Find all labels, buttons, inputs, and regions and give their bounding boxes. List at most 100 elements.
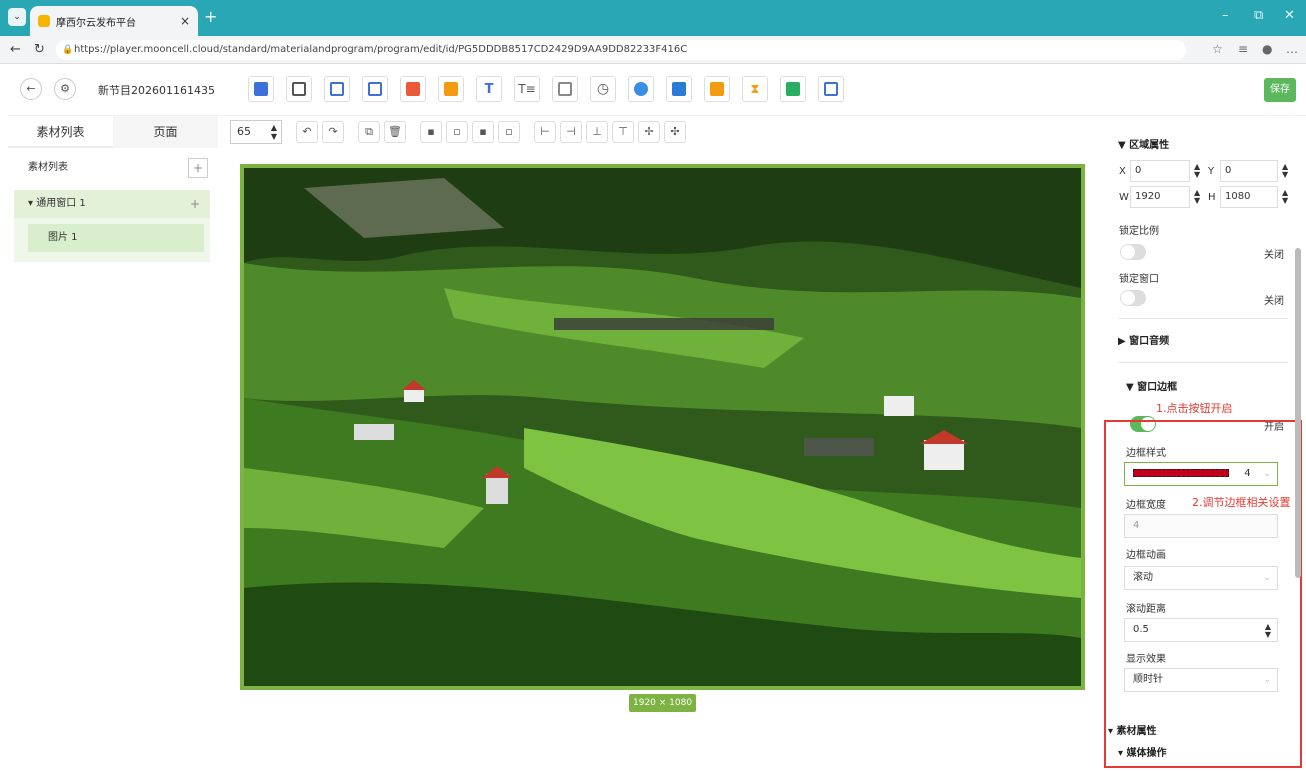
editor-header: ← ⚙ 新节目202601161435 T T≡ ◷ ⧗ 保存 <box>8 64 1306 116</box>
y-input[interactable]: 0 <box>1220 160 1278 182</box>
clock-icon[interactable]: ◷ <box>590 76 616 102</box>
window-group: ▾ 通用窗口 1 + 图片 1 <box>14 190 210 262</box>
x-label: X <box>1119 166 1126 177</box>
reload-icon[interactable]: ↻ <box>34 42 45 57</box>
duplicate-icon[interactable]: ⧉ <box>358 121 380 143</box>
program-name: 新节目202601161435 <box>98 84 215 97</box>
zoom-input[interactable]: 65 ▲ ▼ <box>230 120 282 144</box>
video-icon[interactable] <box>362 76 388 102</box>
close-tab-icon[interactable]: × <box>180 14 190 28</box>
browser-titlebar: ⌄ 摩西尔云发布平台 × + – ⧉ ✕ <box>0 0 1306 36</box>
hourglass-icon[interactable]: ⧗ <box>742 76 768 102</box>
canvas-window[interactable] <box>240 164 1085 690</box>
add-to-window-button[interactable]: + <box>190 190 200 218</box>
right-panel-scrollbar[interactable] <box>1295 118 1301 768</box>
h-label: H <box>1208 192 1216 203</box>
settings-gear-icon[interactable]: ⚙ <box>54 78 76 100</box>
area-properties-section[interactable]: ▼ 区域属性 <box>1118 136 1169 151</box>
x-stepper-icon[interactable]: ▲ ▼ <box>1194 163 1200 179</box>
add-material-button[interactable]: + <box>188 158 208 178</box>
bring-front-icon[interactable]: ▪ <box>420 121 442 143</box>
favorites-list-icon[interactable]: ≡ <box>1238 42 1248 56</box>
more-menu-icon[interactable]: … <box>1286 42 1298 56</box>
rich-text-icon[interactable]: T≡ <box>514 76 540 102</box>
save-button[interactable]: 保存 <box>1264 78 1296 102</box>
address-bar-row: ← ↻ 🔒 https://player.mooncell.cloud/stan… <box>0 36 1306 64</box>
lock-ratio-state: 关闭 <box>1264 250 1284 261</box>
landscape-image <box>244 168 1081 686</box>
lock-icon: 🔒 <box>62 45 74 55</box>
favorite-star-icon[interactable]: ☆ <box>1212 42 1223 56</box>
window-group-title[interactable]: ▾ 通用窗口 1 + <box>14 190 210 218</box>
send-backward-icon[interactable]: ▫ <box>498 121 520 143</box>
scrollbar-thumb[interactable] <box>1295 248 1301 578</box>
tab-menu-button[interactable]: ⌄ <box>8 8 26 26</box>
file-icon[interactable] <box>780 76 806 102</box>
link-icon[interactable] <box>818 76 844 102</box>
calculator-icon[interactable] <box>666 76 692 102</box>
y-stepper-icon[interactable]: ▲ ▼ <box>1282 163 1288 179</box>
divider <box>1118 362 1288 363</box>
url-text: https://player.mooncell.cloud/standard/m… <box>74 44 688 55</box>
left-panel: 素材列表 页面 素材列表 + ▾ 通用窗口 1 + 图片 1 <box>8 116 218 771</box>
folder-icon[interactable] <box>438 76 464 102</box>
list-icon[interactable] <box>324 76 350 102</box>
material-list-title: 素材列表 <box>28 162 68 173</box>
material-list-header: 素材列表 + <box>8 156 212 180</box>
minimize-icon[interactable]: – <box>1222 8 1229 23</box>
align-left-icon[interactable]: ⊢ <box>534 121 556 143</box>
align-top-icon[interactable]: ⊤ <box>612 121 634 143</box>
profile-avatar-icon[interactable]: ● <box>1262 42 1272 56</box>
favicon-icon <box>38 15 50 27</box>
tab-material-list[interactable]: 素材列表 <box>8 116 113 148</box>
close-window-icon[interactable]: ✕ <box>1284 8 1295 23</box>
align-right-icon[interactable]: ⊣ <box>560 121 582 143</box>
h-input[interactable]: 1080 <box>1220 186 1278 208</box>
weather-icon[interactable] <box>628 76 654 102</box>
w-label: W <box>1119 192 1129 203</box>
back-button[interactable]: ← <box>20 78 42 100</box>
web-icon[interactable] <box>552 76 578 102</box>
h-stepper-icon[interactable]: ▲ ▼ <box>1282 189 1288 205</box>
bar-icon[interactable] <box>704 76 730 102</box>
divider <box>1118 318 1288 319</box>
canvas-toolbar: 65 ▲ ▼ ↶ ↷ ⧉ 🗑 ▪ ▫ ▪ ▫ ⊢ ⊣ ⊥ ⊤ ✢ ✣ <box>230 120 790 146</box>
delete-icon[interactable]: 🗑 <box>384 121 406 143</box>
lock-ratio-toggle[interactable] <box>1120 244 1146 260</box>
canvas-size-badge: 1920 × 1080 <box>629 694 697 712</box>
highlight-annotation-box <box>1104 420 1302 768</box>
restore-icon[interactable]: ⧉ <box>1254 8 1263 23</box>
align-bottom-icon[interactable]: ⊥ <box>586 121 608 143</box>
image-icon[interactable] <box>400 76 426 102</box>
window-audio-section[interactable]: ▶ 窗口音频 <box>1118 332 1169 347</box>
lock-window-toggle[interactable] <box>1120 290 1146 306</box>
y-label: Y <box>1208 166 1215 177</box>
annotation-step1: 1.点击按钮开启 <box>1156 402 1233 415</box>
redo-icon[interactable]: ↷ <box>322 121 344 143</box>
window-group-label: ▾ 通用窗口 1 <box>28 198 86 209</box>
tab-pages[interactable]: 页面 <box>113 116 218 148</box>
bring-forward-icon[interactable]: ▪ <box>472 121 494 143</box>
browser-tab[interactable]: 摩西尔云发布平台 × <box>30 6 198 36</box>
new-tab-button[interactable]: + <box>204 7 217 26</box>
send-back-icon[interactable]: ▫ <box>446 121 468 143</box>
tab-title: 摩西尔云发布平台 <box>56 17 136 29</box>
w-stepper-icon[interactable]: ▲ ▼ <box>1194 189 1200 205</box>
lock-window-label: 锁定窗口 <box>1119 274 1159 285</box>
editor-app: ← ⚙ 新节目202601161435 T T≡ ◷ ⧗ 保存 素材列表 页面 … <box>8 64 1306 771</box>
url-input[interactable]: 🔒 https://player.mooncell.cloud/standard… <box>56 40 1186 60</box>
back-icon[interactable]: ← <box>10 42 21 57</box>
text-icon[interactable]: T <box>476 76 502 102</box>
copy-icon[interactable] <box>286 76 312 102</box>
w-input[interactable]: 1920 <box>1130 186 1190 208</box>
window-border-section[interactable]: ▼ 窗口边框 <box>1126 378 1177 393</box>
undo-icon[interactable]: ↶ <box>296 121 318 143</box>
zoom-stepper-icon[interactable]: ▲ ▼ <box>271 123 277 141</box>
align-vcenter-icon[interactable]: ✣ <box>664 121 686 143</box>
align-hcenter-icon[interactable]: ✢ <box>638 121 660 143</box>
x-input[interactable]: 0 <box>1130 160 1190 182</box>
program-icon[interactable] <box>248 76 274 102</box>
zoom-value: 65 <box>237 125 251 138</box>
list-item-image[interactable]: 图片 1 <box>28 224 204 252</box>
lock-ratio-label: 锁定比例 <box>1119 226 1159 237</box>
